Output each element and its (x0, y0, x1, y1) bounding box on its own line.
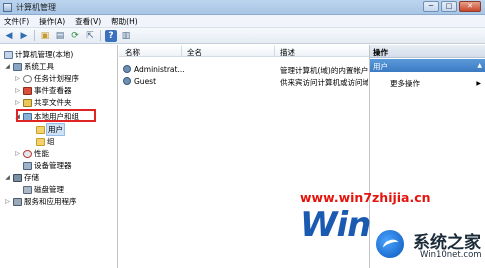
folder-icon (36, 137, 45, 146)
red-highlight-box (16, 109, 96, 122)
collapse-arrow-icon[interactable]: ◢ (4, 63, 11, 70)
folder-icon (36, 125, 45, 134)
refresh-icon[interactable]: ⟳ (69, 30, 81, 42)
collapse-arrow-icon[interactable]: ▲ (477, 62, 482, 69)
collapse-arrow-icon[interactable]: ◢ (4, 174, 11, 181)
user-icon (123, 65, 131, 73)
minimize-button[interactable]: ─ (423, 1, 439, 12)
window-controls: ─ □ ✕ (423, 1, 481, 12)
actions-header: 操作 (370, 45, 485, 58)
tree-item-label: 共享文件夹 (34, 98, 72, 107)
back-arrow-icon[interactable]: ◀ (3, 30, 15, 42)
computer-management-icon (3, 2, 12, 12)
user-icon (123, 77, 131, 85)
more-actions-link[interactable]: 更多操作 (390, 78, 420, 89)
more-actions-label: 更多操作 (390, 79, 420, 88)
window-title: 计算机管理 (16, 2, 56, 12)
up-folder-icon[interactable]: ▣ (39, 30, 51, 42)
computer-icon (4, 50, 13, 59)
tree-item-label: 事件查看器 (34, 86, 72, 95)
tree-item-system-tools[interactable]: ◢ 系统工具 (4, 61, 54, 72)
tree-item-task-scheduler[interactable]: ▷ 任务计划程序 (14, 73, 79, 84)
tree-item-label: 服务和应用程序 (24, 197, 77, 206)
watermark: www.win7zhijia.cn Win 系统之家 Win10net.com (300, 190, 485, 268)
properties-icon[interactable]: ▥ (120, 30, 132, 42)
table-row[interactable]: Guest 供来宾访问计算机或访问域 (119, 76, 369, 87)
column-separator[interactable] (274, 46, 275, 56)
watermark-url: www.win7zhijia.cn (300, 190, 431, 205)
tree-item-shared-folders[interactable]: ▷ 共享文件夹 (14, 97, 72, 108)
tools-icon (13, 62, 22, 71)
column-header-description[interactable]: 描述 (280, 47, 295, 58)
tree-item-performance[interactable]: ▷ 性能 (14, 148, 49, 159)
forward-arrow-icon[interactable]: ▶ (18, 30, 30, 42)
navigation-tree: 计算机管理(本地) ◢ 系统工具 ▷ 任务计划程序 ▷ 事件查看器 ▷ 共享文件… (0, 45, 118, 268)
tree-item-groups[interactable]: 组 (34, 136, 55, 147)
actions-section-label: 用户 (373, 62, 388, 71)
cell-description: 供来宾访问计算机或访问域 (280, 78, 368, 87)
tree-item-label: 磁盘管理 (34, 185, 64, 194)
tree-item-label: 用户 (46, 123, 65, 136)
tree-item-computer-management[interactable]: 计算机管理(本地) (2, 49, 73, 60)
menu-view[interactable]: 查看(V) (75, 16, 101, 27)
menu-help[interactable]: 帮助(H) (111, 16, 138, 27)
tree-item-disk-management[interactable]: 磁盘管理 (21, 184, 64, 195)
column-header-name[interactable]: 名称 (125, 47, 140, 58)
tree-item-label: 存储 (24, 173, 39, 182)
tree-item-users[interactable]: 用户 (34, 123, 65, 136)
cell-name: Guest (134, 77, 157, 86)
clock-icon (23, 74, 32, 83)
close-button[interactable]: ✕ (459, 1, 481, 12)
toolbar-separator (34, 30, 35, 41)
expand-arrow-icon[interactable]: ▷ (14, 87, 21, 94)
title-bar: 计算机管理 ─ □ ✕ (0, 0, 485, 15)
tree-item-device-manager[interactable]: 设备管理器 (21, 160, 72, 171)
expand-arrow-icon[interactable]: ▷ (14, 150, 21, 157)
watermark-logo-text: Win (300, 205, 371, 245)
tree-item-label: 任务计划程序 (34, 74, 79, 83)
device-manager-icon (23, 161, 32, 170)
menu-action[interactable]: 操作(A) (39, 16, 65, 27)
submenu-arrow-icon: ▶ (476, 80, 481, 87)
disk-management-icon (23, 185, 32, 194)
maximize-button[interactable]: □ (441, 1, 457, 12)
cell-description: 管理计算机(域)的内置帐户 (280, 66, 368, 75)
services-icon (13, 197, 22, 206)
tree-item-label: 计算机管理(本地) (15, 50, 74, 59)
storage-icon (13, 173, 22, 182)
tree-item-label: 组 (47, 137, 55, 146)
tree-item-label: 性能 (34, 149, 49, 158)
cell-name: Administrat... (134, 65, 184, 74)
event-viewer-icon (23, 86, 32, 95)
table-row[interactable]: Administrat... 管理计算机(域)的内置帐户 (119, 64, 369, 75)
watermark-brand-sub: Win10net.com (420, 250, 482, 260)
show-hide-tree-icon[interactable]: ▤ (54, 30, 66, 42)
expand-arrow-icon[interactable]: ▷ (14, 75, 21, 82)
tree-item-event-viewer[interactable]: ▷ 事件查看器 (14, 85, 72, 96)
tree-item-label: 设备管理器 (34, 161, 72, 170)
expand-arrow-icon[interactable]: ▷ (4, 198, 11, 205)
menu-file[interactable]: 文件(F) (4, 16, 29, 27)
help-icon[interactable]: ? (105, 29, 117, 42)
export-list-icon[interactable]: ⇱ (84, 30, 96, 42)
windows-logo-icon (374, 228, 406, 260)
actions-section-users[interactable]: 用户 ▲ (370, 59, 485, 72)
column-separator[interactable] (181, 46, 182, 56)
toolbar-separator (100, 30, 101, 41)
performance-icon (23, 149, 32, 158)
shared-folder-icon (23, 98, 32, 107)
toolbar: ◀ ▶ ▣ ▤ ⟳ ⇱ ? ▥ (0, 28, 485, 44)
tree-item-services-apps[interactable]: ▷ 服务和应用程序 (4, 196, 77, 207)
tree-item-label: 系统工具 (24, 62, 54, 71)
list-header: 名称 全名 描述 (119, 45, 369, 57)
expand-arrow-icon[interactable]: ▷ (14, 99, 21, 106)
column-header-fullname[interactable]: 全名 (187, 47, 202, 58)
menu-bar: 文件(F) 操作(A) 查看(V) 帮助(H) (0, 15, 485, 28)
tree-item-storage[interactable]: ◢ 存储 (4, 172, 39, 183)
